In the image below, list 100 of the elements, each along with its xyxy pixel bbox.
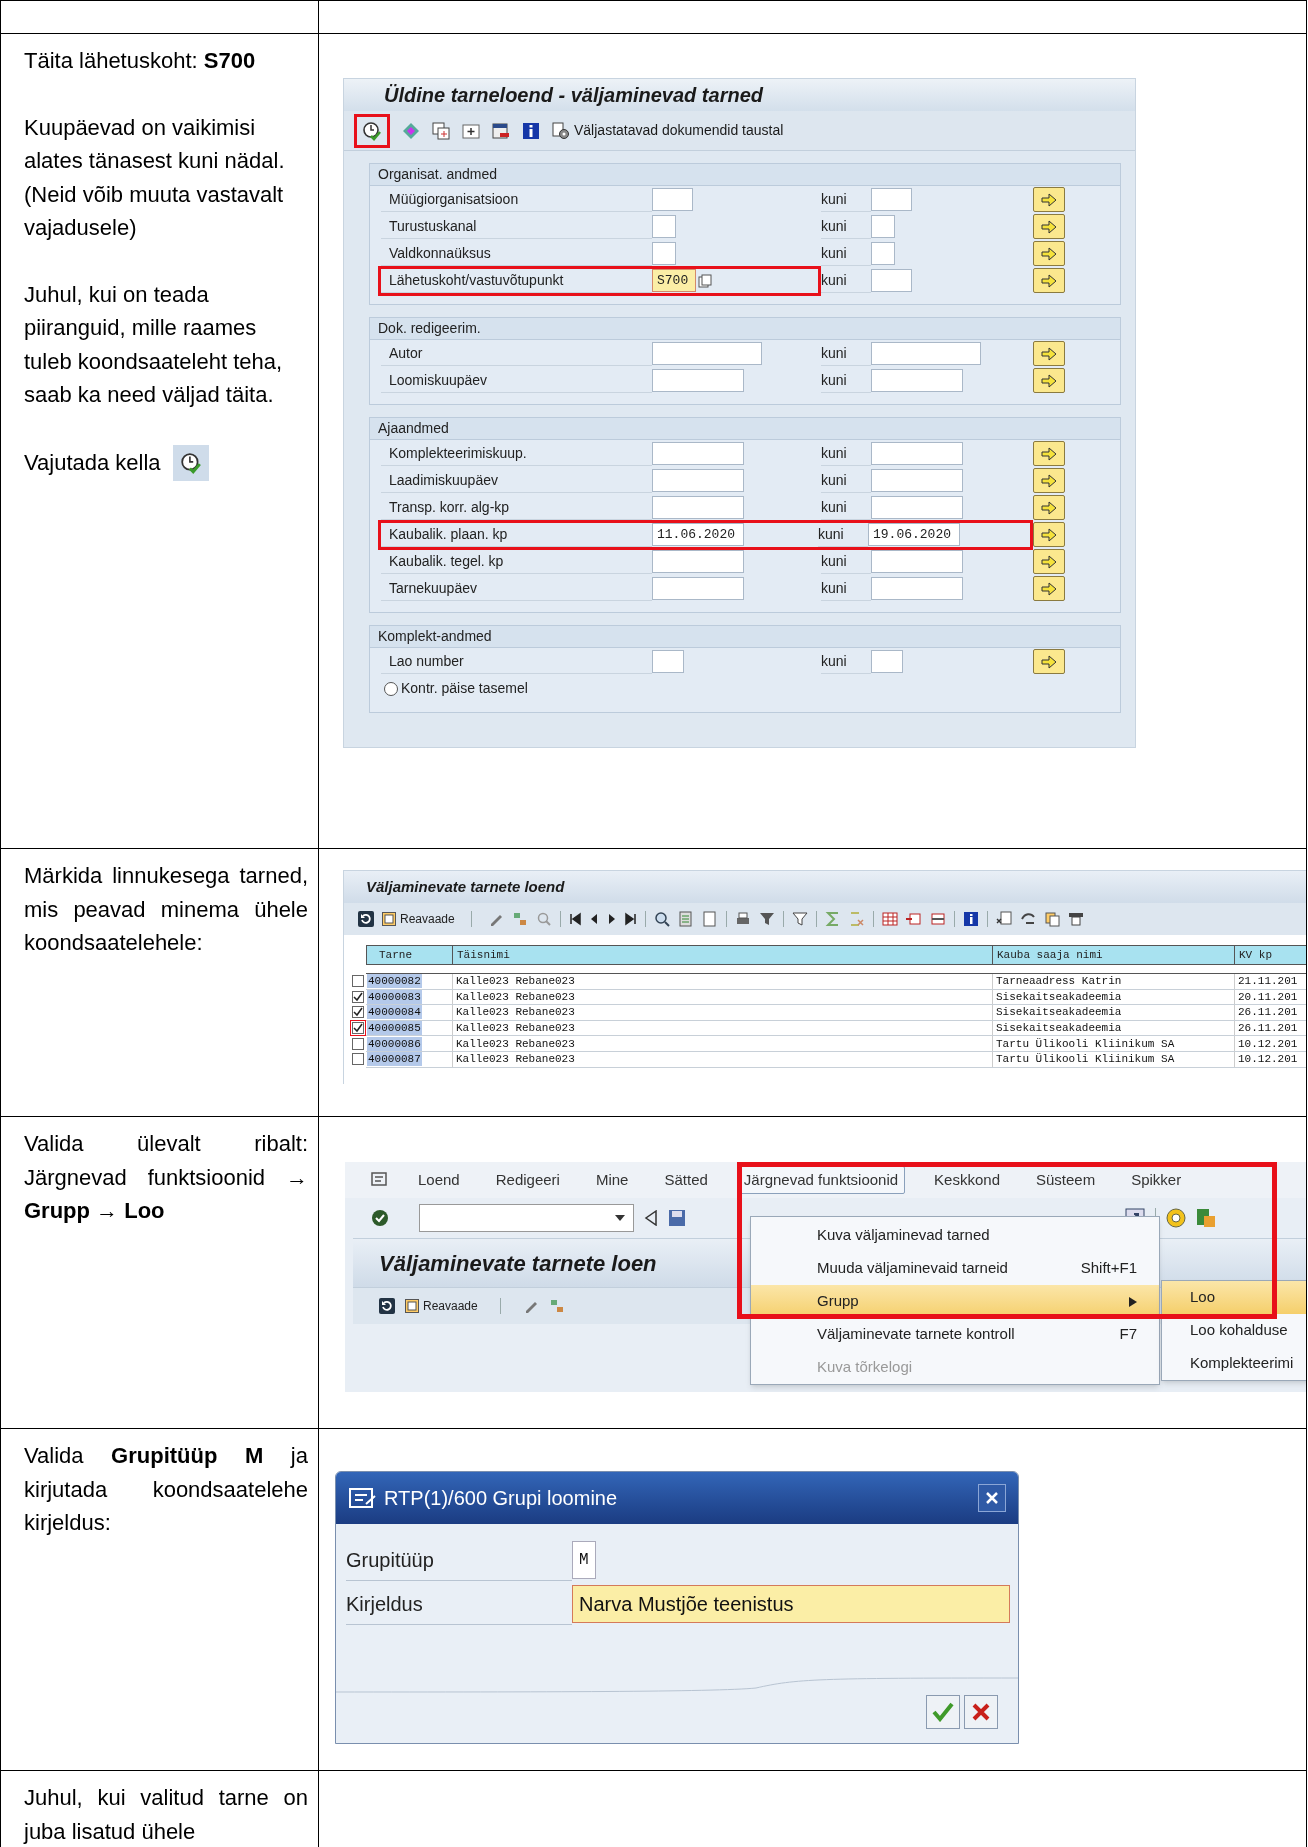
multiple-selection-button[interactable]	[1033, 522, 1065, 547]
add-window-icon[interactable]	[462, 121, 480, 140]
multiple-selection-button[interactable]	[1033, 187, 1065, 212]
command-field[interactable]	[419, 1204, 634, 1232]
input-field[interactable]	[871, 577, 963, 600]
document-icon[interactable]	[701, 911, 718, 927]
input-field[interactable]: Narva Mustjõe teenistus	[572, 1585, 1010, 1623]
input-field[interactable]	[871, 188, 912, 211]
checkbox[interactable]	[352, 1037, 364, 1050]
input-field[interactable]	[871, 496, 963, 519]
multiple-selection-button[interactable]	[1033, 576, 1065, 601]
radio-button[interactable]	[384, 681, 398, 696]
multiple-selection-button[interactable]	[1033, 268, 1065, 293]
input-field[interactable]	[871, 342, 981, 365]
table-cell: Kalle023 Rebane023	[456, 974, 575, 989]
print-icon[interactable]	[734, 911, 751, 927]
menu-option[interactable]: Loo kohalduse	[1162, 1314, 1306, 1347]
multiple-selection-button[interactable]	[1033, 368, 1065, 393]
input-field[interactable]	[652, 215, 676, 238]
input-field[interactable]	[652, 442, 744, 465]
checkbox[interactable]	[352, 1053, 364, 1066]
refresh-icon[interactable]	[379, 1298, 395, 1314]
confirm-icon[interactable]	[371, 1209, 389, 1227]
menu-item[interactable]: Loend	[411, 1165, 467, 1195]
menu-option[interactable]: Komplekteerimi	[1162, 1347, 1306, 1380]
execute-button[interactable]	[354, 113, 390, 148]
copy-icon[interactable]	[1043, 911, 1060, 927]
menu-icon[interactable]	[371, 1172, 389, 1188]
last-page-icon[interactable]	[624, 912, 637, 926]
document-icon[interactable]	[677, 911, 694, 927]
info-icon[interactable]	[962, 911, 979, 927]
input-field[interactable]	[652, 188, 693, 211]
input-field[interactable]	[652, 496, 744, 519]
menu-item[interactable]: Mine	[588, 1165, 636, 1195]
next-page-icon[interactable]	[606, 912, 617, 926]
multiple-selection-button[interactable]	[1033, 214, 1065, 239]
confirm-button[interactable]	[926, 1695, 960, 1729]
multiple-selection-button[interactable]	[1033, 241, 1065, 266]
multiple-selection-button[interactable]	[1033, 649, 1065, 674]
menu-item[interactable]: Sätted	[657, 1165, 715, 1195]
input-field[interactable]	[871, 369, 963, 392]
input-field[interactable]	[652, 550, 744, 573]
multiple-selection-button[interactable]	[1033, 495, 1065, 520]
refresh-icon[interactable]	[358, 911, 374, 927]
menu-item[interactable]: Süsteem	[1029, 1165, 1103, 1195]
caret-icon	[615, 1215, 625, 1221]
menu-item[interactable]: Redigeeri	[488, 1165, 567, 1195]
close-button[interactable]	[978, 1484, 1006, 1512]
input-field[interactable]	[652, 650, 684, 673]
input-field[interactable]	[871, 550, 963, 573]
cancel-button[interactable]	[964, 1695, 998, 1729]
checkbox[interactable]	[352, 975, 364, 988]
input-field[interactable]	[871, 442, 963, 465]
input-field[interactable]	[652, 369, 744, 392]
background-print-button[interactable]: Väljastatavad dokumendid taustal	[552, 120, 784, 141]
detail-icon[interactable]	[653, 911, 670, 927]
info-icon[interactable]	[522, 121, 540, 140]
multiple-selection-button[interactable]	[1033, 441, 1065, 466]
input-field[interactable]	[652, 469, 744, 492]
input-field[interactable]: M	[572, 1541, 596, 1579]
field-label: Lähetuskoht/vastuvõtupunkt	[388, 270, 564, 290]
menu-option[interactable]: Väljaminevate tarnete kontroll F7	[751, 1318, 1159, 1351]
back-icon[interactable]	[644, 1210, 658, 1226]
checkbox[interactable]	[352, 990, 364, 1003]
save-icon[interactable]	[668, 1209, 686, 1227]
filter-icon[interactable]	[791, 911, 808, 927]
menu-option[interactable]: Loo	[1162, 1281, 1306, 1314]
row-view-button[interactable]: Reavaade	[405, 1297, 478, 1315]
input-field[interactable]: S700	[652, 269, 696, 292]
input-field[interactable]	[871, 469, 963, 492]
input-field[interactable]	[652, 242, 676, 265]
input-field[interactable]	[652, 342, 762, 365]
row-view-button[interactable]: Reavaade	[382, 910, 455, 928]
multiple-selection-icon[interactable]	[698, 273, 712, 288]
filter-icon[interactable]	[758, 911, 775, 927]
input-field[interactable]: 11.06.2020	[652, 523, 744, 546]
table-cell: Sisekaitseakadeemia	[996, 1005, 1122, 1020]
menu-item[interactable]: Spikker	[1124, 1165, 1189, 1195]
field-label: kuni	[821, 216, 847, 236]
menu-item[interactable]: Keskkond	[927, 1165, 1007, 1195]
input-field[interactable]	[871, 269, 912, 292]
menu-option[interactable]: Kuva väljaminevad tarned	[751, 1219, 1159, 1252]
checkbox[interactable]	[352, 1006, 364, 1019]
input-field[interactable]	[871, 215, 895, 238]
field-label: Kaubalik. plaan. kp	[388, 524, 508, 544]
multiple-selection-button[interactable]	[1033, 468, 1065, 493]
multiple-selection-button[interactable]	[1033, 341, 1065, 366]
sum-icon[interactable]	[824, 911, 841, 927]
input-field[interactable]: 19.06.2020	[868, 523, 960, 546]
input-field[interactable]	[871, 242, 895, 265]
multiple-selection-button[interactable]	[1033, 549, 1065, 574]
find-icon[interactable]	[535, 911, 552, 927]
columns-icon[interactable]	[905, 911, 922, 927]
export-icon[interactable]	[995, 911, 1012, 927]
copy-icon[interactable]	[432, 121, 450, 140]
input-field[interactable]	[871, 650, 903, 673]
input-field[interactable]	[652, 577, 744, 600]
grid-icon[interactable]	[881, 911, 898, 927]
menu-option[interactable]: Muuda väljaminevaid tarneid Shift+F1	[751, 1252, 1159, 1285]
first-page-icon[interactable]	[568, 912, 581, 926]
